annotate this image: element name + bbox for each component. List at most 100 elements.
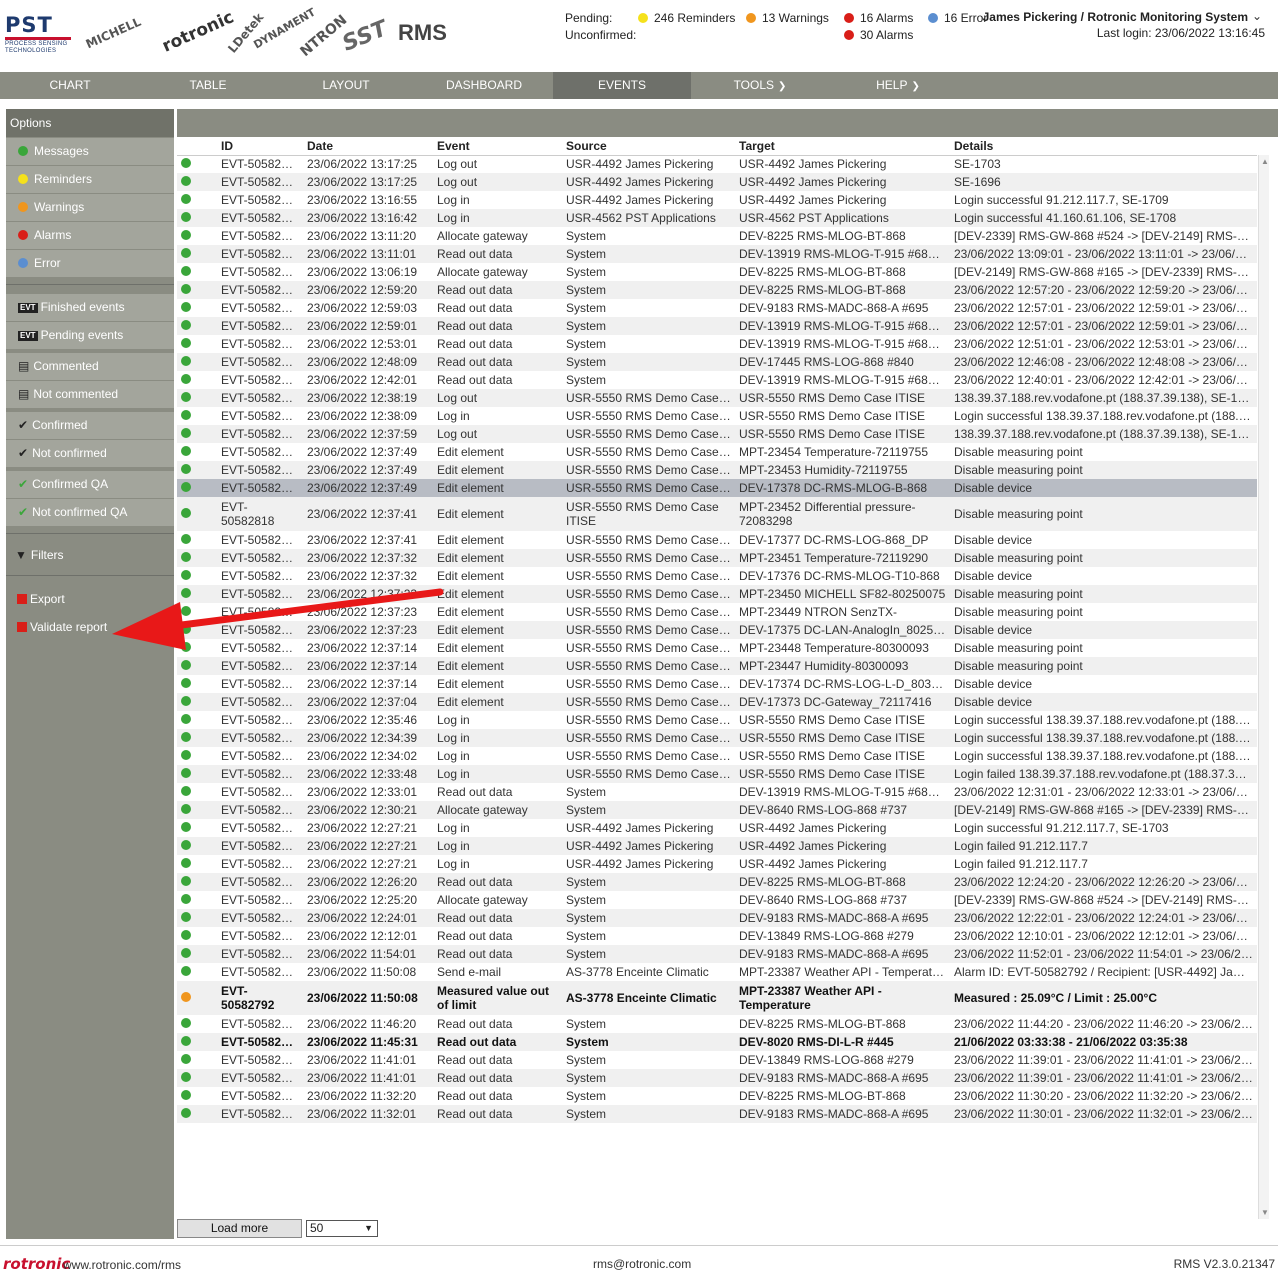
table-row[interactable]: EVT-50582786 23/06/2022 11:32:01 Read out … <box>177 1105 1257 1123</box>
nav-layout[interactable]: LAYOUT <box>277 72 415 99</box>
filter-finished-events[interactable]: EVT Finished events <box>6 294 174 321</box>
filter-reminders[interactable]: Reminders <box>6 166 174 193</box>
nav-help[interactable]: HELP ❯ <box>829 72 967 99</box>
table-row[interactable]: EVT-50582803 23/06/2022 12:33:01 Read out … <box>177 783 1257 801</box>
table-row[interactable]: EVT-50582812 23/06/2022 12:37:23 Edit elem… <box>177 621 1257 639</box>
col-target[interactable]: Target <box>735 137 950 156</box>
table-row[interactable]: EVT-50582822 23/06/2022 12:37:59 Log out US… <box>177 425 1257 443</box>
table-row[interactable]: EVT-50582814 23/06/2022 12:37:23 Edit elem… <box>177 585 1257 603</box>
scroll-up-icon[interactable]: ▲ <box>1261 157 1269 166</box>
table-row[interactable]: EVT-50582791 23/06/2022 11:46:20 Read out … <box>177 1015 1257 1033</box>
unconfirmed-alarms[interactable]: 30 Alarms <box>844 28 913 42</box>
table-row[interactable]: EVT-50582799 23/06/2022 12:27:21 Log in USR… <box>177 855 1257 873</box>
table-row[interactable]: EVT-50582809 23/06/2022 12:37:14 Edit elem… <box>177 675 1257 693</box>
table-row[interactable]: EVT-50582810 23/06/2022 12:37:14 Edit elem… <box>177 657 1257 675</box>
table-row[interactable]: EVT-50582800 23/06/2022 12:27:21 Log in USR… <box>177 837 1257 855</box>
event-cell: Log in <box>437 193 470 207</box>
table-row[interactable]: EVT-50582815 23/06/2022 12:37:32 Edit elem… <box>177 567 1257 585</box>
table-row[interactable]: EVT-50582831 23/06/2022 13:06:19 Allocate … <box>177 263 1257 281</box>
load-more-button[interactable]: Load more <box>177 1219 302 1238</box>
table-row[interactable]: EVT-50582829 23/06/2022 12:59:03 Read out … <box>177 299 1257 317</box>
table-row[interactable]: EVT-50582816 23/06/2022 12:37:32 Edit elem… <box>177 549 1257 567</box>
source-cell: USR-5550 RMS Demo Case ITISE <box>566 731 735 745</box>
table-row[interactable]: EVT-50582817 23/06/2022 12:37:41 Edit elem… <box>177 531 1257 549</box>
table-row[interactable]: EVT-50582797 23/06/2022 12:25:20 Allocate … <box>177 891 1257 909</box>
table-row[interactable]: EVT-50582827 23/06/2022 12:53:01 Read out … <box>177 335 1257 353</box>
col-event[interactable]: Event <box>433 137 562 156</box>
filter-warnings[interactable]: Warnings <box>6 194 174 221</box>
pending-errors[interactable]: 16 Error <box>928 11 987 25</box>
table-row[interactable]: EVT-50582787 23/06/2022 11:32:20 Read out … <box>177 1087 1257 1105</box>
col-source[interactable]: Source <box>562 137 735 156</box>
nav-table[interactable]: TABLE <box>139 72 277 99</box>
pending-reminders[interactable]: 246 Reminders <box>638 11 735 25</box>
table-row[interactable]: EVT-50582796 23/06/2022 12:24:01 Read out … <box>177 909 1257 927</box>
table-row[interactable]: EVT-50582792 23/06/2022 11:50:08 Measured … <box>177 981 1257 1015</box>
table-row[interactable]: EVT-50582795 23/06/2022 12:12:01 Read out … <box>177 927 1257 945</box>
table-row[interactable]: EVT-50582819 23/06/2022 12:37:49 Edit elem… <box>177 479 1257 497</box>
export-button[interactable]: Export <box>6 586 174 613</box>
nav-tools[interactable]: TOOLS ❯ <box>691 72 829 99</box>
filter-not-commented[interactable]: ▤ Not commented <box>6 381 174 408</box>
filter-not-confirmed-qa[interactable]: ✔ Not confirmed QA <box>6 499 174 526</box>
table-row[interactable]: EVT-50582835 23/06/2022 13:16:55 Log in USR… <box>177 191 1257 209</box>
filter-confirmed-qa[interactable]: ✔ Confirmed QA <box>6 471 174 498</box>
user-menu[interactable]: James Pickering / Rotronic Monitoring Sy… <box>983 10 1248 24</box>
pst-logo[interactable]: PST PROCESS SENSING TECHNOLOGIES <box>5 14 71 54</box>
table-row[interactable]: EVT-50582825 23/06/2022 12:42:01 Read out … <box>177 371 1257 389</box>
table-row[interactable]: EVT-50582793 23/06/2022 11:50:08 Send e-ma… <box>177 963 1257 981</box>
table-row[interactable]: EVT-50582798 23/06/2022 12:26:20 Read out … <box>177 873 1257 891</box>
table-row[interactable]: EVT-50582794 23/06/2022 11:54:01 Read out … <box>177 945 1257 963</box>
filter-confirmed[interactable]: ✔ Confirmed <box>6 412 174 439</box>
pending-warnings[interactable]: 13 Warnings <box>746 11 829 25</box>
filter-pending-events[interactable]: EVT Pending events <box>6 322 174 349</box>
filter-commented[interactable]: ▤ Commented <box>6 353 174 380</box>
nav-chart[interactable]: CHART <box>1 72 139 99</box>
table-row[interactable]: EVT-50582802 23/06/2022 12:30:21 Allocate … <box>177 801 1257 819</box>
table-row[interactable]: EVT-50582821 23/06/2022 12:37:49 Edit elem… <box>177 443 1257 461</box>
table-row[interactable]: EVT-50582818 23/06/2022 12:37:41 Edit elem… <box>177 497 1257 531</box>
scroll-down-icon[interactable]: ▼ <box>1261 1208 1269 1217</box>
table-row[interactable]: EVT-50582789 23/06/2022 11:41:01 Read out … <box>177 1051 1257 1069</box>
col-details[interactable]: Details <box>950 137 1257 156</box>
table-row[interactable]: EVT-50582808 23/06/2022 12:37:04 Edit elem… <box>177 693 1257 711</box>
filter-error[interactable]: Error <box>6 250 174 277</box>
table-row[interactable]: EVT-50582813 23/06/2022 12:37:23 Edit elem… <box>177 603 1257 621</box>
table-row[interactable]: EVT-50582837 23/06/2022 13:17:25 Log out US… <box>177 155 1257 173</box>
col-status[interactable] <box>177 137 217 156</box>
table-scrollbar[interactable]: ▲ ▼ <box>1258 155 1269 1219</box>
table-row[interactable]: EVT-50582788 23/06/2022 11:41:01 Read out … <box>177 1069 1257 1087</box>
chevron-down-icon[interactable]: ⌄ <box>1252 9 1262 23</box>
footer-email[interactable]: rms@rotronic.com <box>593 1257 691 1271</box>
col-date[interactable]: Date <box>303 137 433 156</box>
table-row[interactable]: EVT-50582823 23/06/2022 12:38:09 Log in USR… <box>177 407 1257 425</box>
table-row[interactable]: EVT-50582834 23/06/2022 13:16:42 Log in USR… <box>177 209 1257 227</box>
table-row[interactable]: EVT-50582804 23/06/2022 12:33:48 Log in USR… <box>177 765 1257 783</box>
table-row[interactable]: EVT-50582828 23/06/2022 12:59:01 Read out … <box>177 317 1257 335</box>
table-row[interactable]: EVT-50582833 23/06/2022 13:11:20 Allocate … <box>177 227 1257 245</box>
filter-alarms[interactable]: Alarms <box>6 222 174 249</box>
footer-url[interactable]: www.rotronic.com/rms <box>63 1258 181 1272</box>
table-row[interactable]: EVT-50582820 23/06/2022 12:37:49 Edit elem… <box>177 461 1257 479</box>
nav-dashboard[interactable]: DASHBOARD <box>415 72 553 99</box>
filter-not-confirmed[interactable]: ✔ Not confirmed <box>6 440 174 467</box>
col-id[interactable]: ID <box>217 137 303 156</box>
table-row[interactable]: EVT-50582824 23/06/2022 12:38:19 Log out US… <box>177 389 1257 407</box>
message-dot-icon <box>181 966 191 976</box>
table-row[interactable]: EVT-50582811 23/06/2022 12:37:14 Edit elem… <box>177 639 1257 657</box>
table-row[interactable]: EVT-50582805 23/06/2022 12:34:02 Log in USR… <box>177 747 1257 765</box>
table-row[interactable]: EVT-50582832 23/06/2022 13:11:01 Read out … <box>177 245 1257 263</box>
table-row[interactable]: EVT-50582830 23/06/2022 12:59:20 Read out … <box>177 281 1257 299</box>
pending-alarms[interactable]: 16 Alarms <box>844 11 913 25</box>
table-row[interactable]: EVT-50582807 23/06/2022 12:35:46 Log in USR… <box>177 711 1257 729</box>
filters-button[interactable]: ▼ Filters <box>6 542 174 569</box>
validate-report-button[interactable]: Validate report <box>6 614 174 641</box>
table-row[interactable]: EVT-50582801 23/06/2022 12:27:21 Log in USR… <box>177 819 1257 837</box>
table-row[interactable]: EVT-50582836 23/06/2022 13:17:25 Log out US… <box>177 173 1257 191</box>
filter-messages[interactable]: Messages <box>6 138 174 165</box>
nav-events[interactable]: EVENTS <box>553 72 691 99</box>
table-row[interactable]: EVT-50582826 23/06/2022 12:48:09 Read out … <box>177 353 1257 371</box>
table-row[interactable]: EVT-50582790 23/06/2022 11:45:31 Read out … <box>177 1033 1257 1051</box>
page-size-select[interactable]: 50 ▼ <box>306 1220 378 1237</box>
table-row[interactable]: EVT-50582806 23/06/2022 12:34:39 Log in USR… <box>177 729 1257 747</box>
